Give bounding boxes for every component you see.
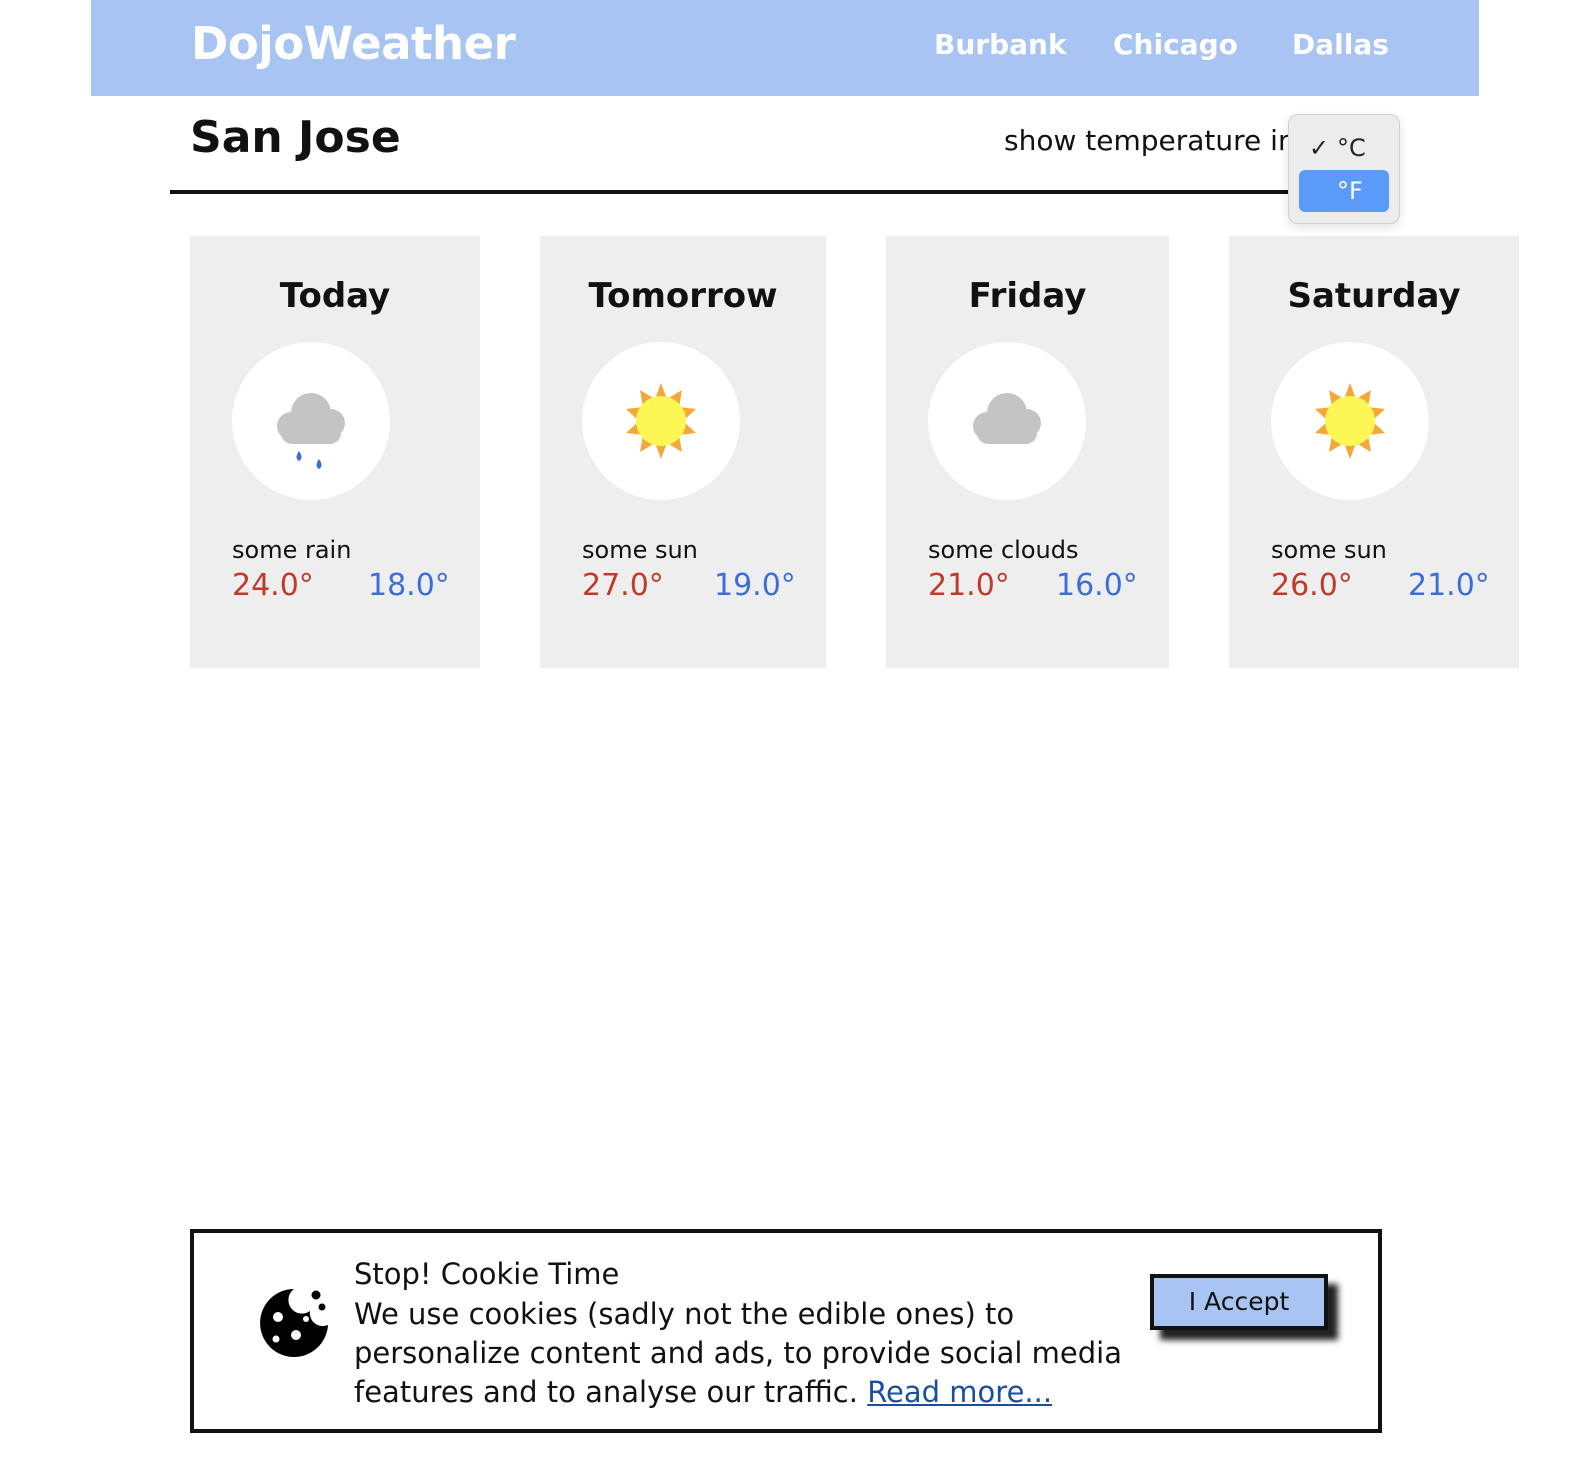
cookie-banner: Stop! Cookie Time We use cookies (sadly …	[190, 1229, 1382, 1433]
forecast-low-temp: 19.0°	[714, 568, 796, 603]
unit-option-fahrenheit[interactable]: °F	[1299, 170, 1389, 212]
temperature-unit-dropdown[interactable]: ✓ °C °F	[1288, 114, 1400, 224]
forecast-card-saturday: Saturday some sun 26.0° 21.0°	[1229, 236, 1519, 668]
rain-cloud-icon	[232, 342, 390, 500]
cloud-icon	[928, 342, 1086, 500]
city-title: San Jose	[190, 112, 401, 163]
nav-link-dallas[interactable]: Dallas	[1292, 28, 1389, 61]
header-divider	[170, 190, 1300, 194]
forecast-day: Friday	[968, 276, 1087, 316]
cookie-icon	[256, 1285, 332, 1365]
forecast-low-temp: 16.0°	[1056, 568, 1138, 603]
top-nav-bar: DojoWeather Burbank Chicago Dallas	[91, 0, 1479, 96]
read-more-link[interactable]: Read more...	[867, 1375, 1052, 1409]
forecast-high-temp: 27.0°	[582, 568, 664, 603]
sun-icon	[582, 342, 740, 500]
accept-cookies-button[interactable]: I Accept	[1150, 1274, 1328, 1330]
checkmark-icon: ✓	[1309, 134, 1330, 162]
forecast-card-today: Today some rain 24.0° 18.0°	[190, 236, 480, 668]
forecast-day: Saturday	[1287, 276, 1461, 316]
forecast-day: Today	[279, 276, 391, 316]
forecast-card-tomorrow: Tomorrow some sun 27.0° 19.0°	[540, 236, 826, 668]
forecast-high-temp: 26.0°	[1271, 568, 1353, 603]
forecast-low-temp: 18.0°	[368, 568, 450, 603]
brand-logo[interactable]: DojoWeather	[191, 17, 516, 70]
nav-link-chicago[interactable]: Chicago	[1113, 28, 1238, 61]
forecast-low-temp: 21.0°	[1408, 568, 1490, 603]
unit-option-celsius[interactable]: ✓ °C	[1299, 127, 1389, 169]
forecast-description: some sun	[582, 536, 698, 564]
temperature-unit-label: show temperature in	[1004, 124, 1296, 157]
cookie-banner-title: Stop! Cookie Time	[354, 1257, 620, 1291]
forecast-high-temp: 24.0°	[232, 568, 314, 603]
forecast-card-friday: Friday some clouds 21.0° 16.0°	[886, 236, 1169, 668]
cookie-banner-text: We use cookies (sadly not the edible one…	[354, 1295, 1124, 1412]
forecast-day: Tomorrow	[588, 276, 778, 316]
forecast-description: some clouds	[928, 536, 1079, 564]
forecast-description: some sun	[1271, 536, 1387, 564]
forecast-high-temp: 21.0°	[928, 568, 1010, 603]
nav-link-burbank[interactable]: Burbank	[934, 28, 1067, 61]
sun-icon	[1271, 342, 1429, 500]
forecast-description: some rain	[232, 536, 352, 564]
